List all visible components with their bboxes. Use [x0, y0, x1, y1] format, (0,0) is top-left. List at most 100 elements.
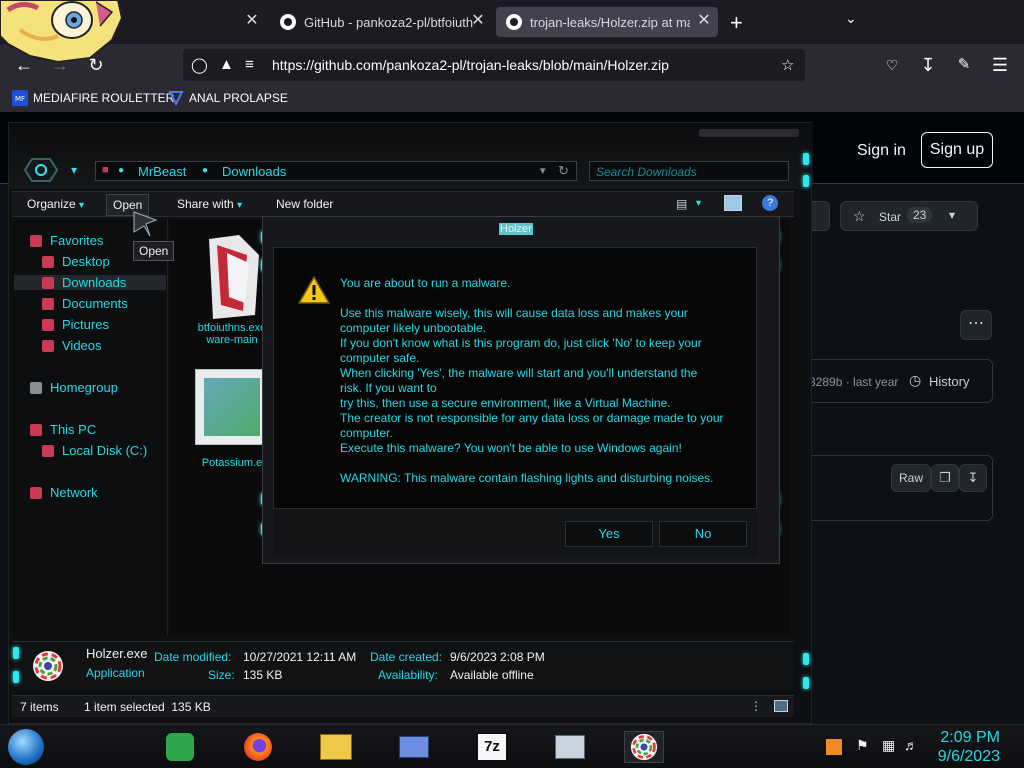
taskbar-keyboard[interactable]	[550, 731, 590, 763]
folder-icon	[320, 734, 352, 760]
start-button[interactable]	[8, 729, 44, 765]
address-bar[interactable]: ■ ● MrBeast ● Downloads ▾ ↻	[95, 161, 577, 181]
cursor-icon	[133, 211, 158, 237]
shield-icon[interactable]: ◯	[191, 56, 208, 74]
browser-navbar: ← → ↻ ◯ ▲ ≡ https://github.com/pankoza2-…	[0, 44, 1024, 86]
yes-button[interactable]: Yes	[565, 521, 653, 547]
chevron-down-icon[interactable]: ▾	[540, 164, 546, 177]
extensions-icon[interactable]: ✎	[952, 53, 976, 77]
nav-desktop[interactable]: Desktop	[42, 254, 110, 269]
nav-network[interactable]: Network	[30, 485, 98, 500]
details-view-icon[interactable]: ⋮	[750, 699, 762, 713]
more-options-button[interactable]: ⋯	[960, 310, 992, 340]
taskbar: 7z ⚑ ▦ ♬ 2:09 PM 9/6/2023	[0, 724, 1024, 768]
raw-button[interactable]: Raw	[891, 464, 931, 492]
organize-button[interactable]: Organize ▾	[27, 197, 84, 211]
nav-videos[interactable]: Videos	[42, 338, 102, 353]
taskbar-notes-app[interactable]	[160, 731, 200, 763]
bookmark-star-icon[interactable]: ☆	[781, 56, 794, 74]
flag-icon[interactable]: ⚑	[856, 737, 869, 754]
new-tab-icon[interactable]: +	[730, 10, 743, 36]
lock-icon[interactable]: ▲	[219, 56, 234, 73]
taskbar-holzer[interactable]	[624, 731, 664, 763]
malware-warning-dialog: Holzer You are about to run a malware. U…	[262, 216, 780, 564]
new-folder-button[interactable]: New folder	[276, 197, 333, 211]
executable-file-icon	[209, 235, 259, 319]
file-name: Holzer.exe	[86, 646, 148, 661]
taskbar-explorer[interactable]	[316, 731, 356, 763]
volume-icon[interactable]: ♬	[904, 737, 918, 753]
taskbar-7zip[interactable]: 7z	[472, 731, 512, 763]
dialog-title: Holzer	[499, 223, 533, 235]
size-label: Size:	[208, 668, 235, 682]
nav-documents[interactable]: Documents	[42, 296, 128, 311]
nav-favorites[interactable]: Favorites	[30, 233, 103, 248]
chevron-down-icon[interactable]: ▾	[949, 208, 955, 222]
folder-icon: ■	[102, 164, 109, 176]
no-button[interactable]: No	[659, 521, 747, 547]
tray-app-icon[interactable]	[826, 739, 842, 755]
url-text[interactable]: https://github.com/pankoza2-pl/trojan-le…	[272, 57, 669, 73]
nav-pictures[interactable]: Pictures	[42, 317, 109, 332]
nav-this-pc[interactable]: This PC	[30, 422, 96, 437]
desktop-icon	[42, 255, 54, 268]
date-modified-value: 10/27/2021 12:11 AM	[243, 650, 357, 664]
github-icon	[506, 14, 522, 30]
navigation-orb-icon[interactable]	[23, 157, 59, 183]
nav-downloads[interactable]: Downloads	[14, 275, 166, 290]
dialog-buttons: Yes No	[273, 509, 757, 557]
search-input[interactable]: Search Downloads	[589, 161, 789, 181]
close-tab-icon[interactable]: ✕	[470, 13, 486, 29]
cartoon-avatar-icon	[0, 0, 124, 62]
copy-icon[interactable]: ❐	[931, 464, 959, 492]
sign-in-link[interactable]: Sign in	[857, 142, 906, 160]
taskbar-firefox[interactable]	[238, 731, 278, 763]
documents-icon	[42, 297, 54, 310]
help-icon[interactable]: ?	[762, 195, 778, 211]
bookmark-label: MEDIAFIRE ROULETTER	[33, 91, 175, 105]
taskbar-control-panel[interactable]	[394, 731, 434, 763]
star-count: 23	[907, 207, 933, 223]
close-tab-icon[interactable]: ✕	[696, 13, 712, 29]
large-icons-view-icon[interactable]	[774, 700, 788, 712]
chevron-down-icon[interactable]: ▾	[696, 198, 701, 209]
breadcrumb-item[interactable]: Downloads	[222, 164, 286, 179]
dialog-line: You are about to run a malware.	[340, 276, 511, 290]
navigation-pane: Favorites Desktop Downloads Documents Pi…	[12, 219, 168, 635]
downloads-icon[interactable]: ↧	[916, 53, 940, 77]
nav-homegroup[interactable]: Homegroup	[30, 380, 118, 395]
preview-pane-icon[interactable]	[724, 195, 742, 211]
svg-text:MF: MF	[15, 95, 25, 103]
pocket-icon[interactable]: ♡	[880, 53, 904, 77]
view-options-icon[interactable]: ▤	[676, 197, 687, 211]
tab-github-btfoiuthns[interactable]: GitHub - pankoza2-pl/btfoiuthns	[270, 7, 494, 37]
network-icon[interactable]: ▦	[882, 737, 895, 754]
dialog-message: You are about to run a malware. Use this…	[340, 276, 730, 486]
dropdown-icon[interactable]: ▾	[71, 163, 77, 177]
refresh-icon[interactable]: ↻	[558, 163, 569, 179]
tooltip: Open	[133, 241, 175, 261]
dialog-line: WARNING: This malware contain flashing l…	[340, 471, 714, 485]
url-bar[interactable]: ◯ ▲ ≡ https://github.com/pankoza2-pl/tro…	[183, 49, 805, 81]
bookmark-label: ANAL PROLAPSE	[189, 91, 288, 105]
star-icon	[30, 234, 42, 247]
notes-icon	[166, 733, 194, 761]
clock[interactable]: 2:09 PM 9/6/2023	[938, 728, 1000, 766]
pictures-icon	[42, 318, 54, 331]
history-link[interactable]: History	[929, 374, 969, 389]
bookmark-mediafire[interactable]: MF MEDIAFIRE ROULETTER	[12, 90, 174, 106]
breadcrumb-item[interactable]: MrBeast	[138, 164, 186, 179]
chevron-down-icon[interactable]: ⌄	[845, 10, 857, 27]
sign-up-button[interactable]: Sign up	[921, 132, 993, 168]
nav-local-disk[interactable]: Local Disk (C:)	[42, 443, 147, 458]
tab-holzer-zip[interactable]: trojan-leaks/Holzer.zip at main	[496, 7, 718, 37]
permissions-icon[interactable]: ≡	[245, 56, 254, 73]
share-with-button[interactable]: Share with ▾	[177, 197, 242, 211]
bookmark-second[interactable]: ANAL PROLAPSE	[168, 90, 288, 106]
homegroup-icon	[30, 381, 42, 394]
download-icon[interactable]: ↧	[959, 464, 987, 492]
menu-icon[interactable]: ☰	[988, 53, 1012, 77]
close-tab-icon[interactable]: ✕	[244, 13, 260, 29]
star-button[interactable]: ☆ Star 23 ▾	[840, 201, 978, 231]
history-icon: ◷	[909, 372, 922, 388]
